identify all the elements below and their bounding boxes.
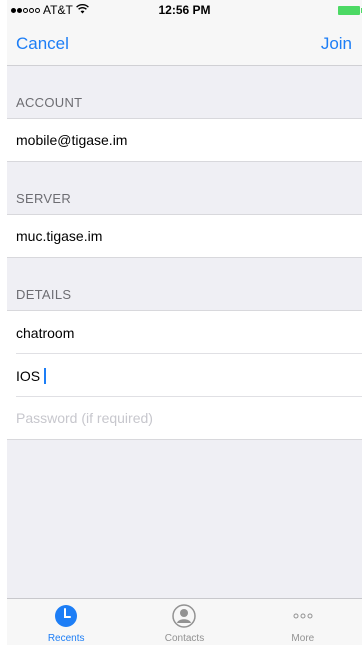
text-cursor bbox=[44, 367, 47, 384]
tab-recents[interactable]: Recents bbox=[7, 599, 125, 645]
app-frame: AT&T 12:56 PM Cancel Join ACCOUNT mobile… bbox=[7, 0, 362, 645]
server-value: muc.tigase.im bbox=[16, 228, 103, 244]
section-header-details: DETAILS bbox=[7, 258, 362, 311]
password-placeholder: Password (if required) bbox=[16, 410, 153, 426]
section-header-account: ACCOUNT bbox=[7, 66, 362, 119]
person-icon bbox=[172, 604, 197, 628]
server-field[interactable]: muc.tigase.im bbox=[7, 215, 362, 258]
account-field[interactable]: mobile@tigase.im bbox=[7, 119, 362, 162]
clock-icon bbox=[55, 605, 78, 627]
room-name-value: chatroom bbox=[16, 324, 75, 341]
section-header-server: SERVER bbox=[7, 162, 362, 215]
password-field[interactable]: Password (if required) bbox=[7, 397, 362, 440]
tab-recents-label: Recents bbox=[47, 633, 85, 644]
cancel-button[interactable]: Cancel bbox=[16, 34, 69, 54]
tab-bar: Recents Contacts More bbox=[7, 598, 362, 645]
nickname-value: IOS bbox=[16, 367, 41, 384]
tab-contacts[interactable]: Contacts bbox=[125, 599, 243, 645]
tab-contacts-label: Contacts bbox=[164, 633, 205, 644]
account-value: mobile@tigase.im bbox=[16, 132, 128, 148]
status-time: 12:56 PM bbox=[158, 3, 211, 17]
status-bar: AT&T 12:56 PM bbox=[7, 0, 362, 20]
room-name-field[interactable]: chatroom bbox=[7, 311, 362, 354]
navigation-bar: Cancel Join bbox=[7, 20, 362, 66]
tab-more[interactable]: More bbox=[244, 599, 362, 645]
more-dots-icon bbox=[293, 613, 313, 619]
join-button[interactable]: Join bbox=[321, 34, 352, 54]
tab-more-label: More bbox=[291, 633, 315, 644]
battery-icon bbox=[338, 6, 362, 15]
nickname-field[interactable]: IOS bbox=[7, 354, 362, 397]
